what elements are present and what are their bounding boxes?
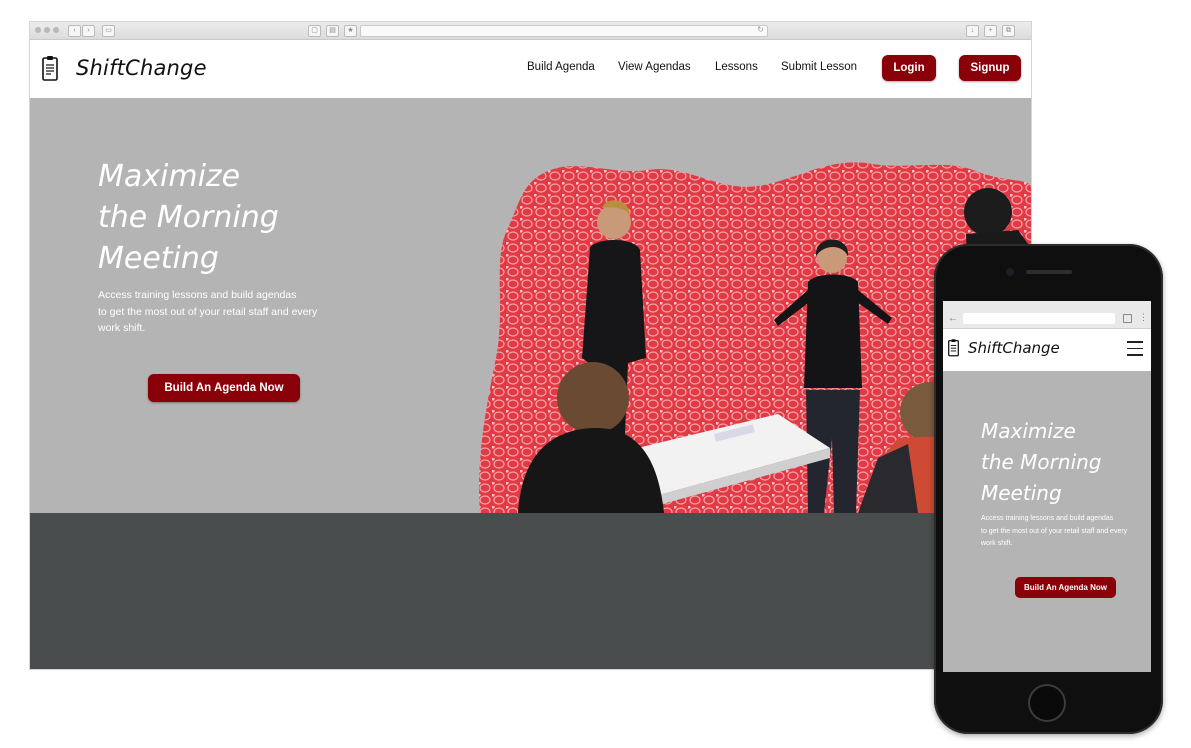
signup-button[interactable]: Signup — [959, 55, 1021, 81]
hero-subtitle-line: Access training lessons and build agenda… — [98, 289, 297, 301]
hero-title-line: the Morning — [98, 200, 279, 235]
share-icon[interactable]: ▢ — [308, 25, 321, 37]
hero-title: Maximize the Morning Meeting — [98, 156, 279, 279]
mobile-browser-bar: ← ⋮ — [943, 310, 1151, 329]
mobile-hero-subtitle: Access training lessons and build agenda… — [981, 513, 1141, 551]
mobile-hero-subtitle-line: Access training lessons and build agenda… — [981, 515, 1114, 522]
hero-section: Maximize the Morning Meeting Access trai… — [30, 98, 1031, 513]
sidebar-toggle-icon[interactable]: ▭ — [102, 25, 115, 37]
home-button[interactable] — [1028, 684, 1066, 722]
mobile-build-agenda-cta-button[interactable]: Build An Agenda Now — [1015, 577, 1116, 598]
window-zoom-control[interactable] — [53, 27, 59, 33]
download-icon[interactable]: ↓ — [966, 25, 979, 37]
tabs-overview-icon[interactable]: ⧉ — [1002, 25, 1015, 37]
mobile-screen: ← ⋮ ShiftChange Maximize the Morning Mee… — [943, 301, 1151, 672]
back-arrow-icon[interactable]: ← — [948, 313, 958, 324]
desktop-browser-mockup: ‹ › ▭ ▢ ▤ ★ ↻ ↓ + ⧉ ShiftChange Build Ag… — [30, 22, 1031, 669]
browser-toolbar: ‹ › ▭ ▢ ▤ ★ ↻ ↓ + ⧉ — [30, 22, 1031, 40]
mobile-hero-subtitle-line: to get the most out of your retail staff… — [981, 527, 1128, 535]
login-button[interactable]: Login — [882, 55, 936, 81]
nav-submit-lesson[interactable]: Submit Lesson — [781, 61, 857, 73]
mobile-site-header: ShiftChange — [943, 329, 1151, 371]
browser-forward-icon[interactable]: › — [82, 25, 95, 37]
address-bar[interactable]: ↻ — [360, 25, 768, 37]
mobile-hero-title-line: Meeting — [981, 481, 1062, 505]
reader-icon[interactable]: ▤ — [326, 25, 339, 37]
hero-title-line: Maximize — [98, 159, 241, 194]
mobile-status-bar — [943, 301, 1151, 310]
hero-subtitle-line: to get the most out of your retail staff… — [98, 305, 318, 318]
mobile-hero-title: Maximize the Morning Meeting — [981, 416, 1102, 509]
clipboard-icon — [42, 56, 58, 81]
hamburger-menu-icon[interactable] — [1127, 341, 1143, 357]
tabs-icon[interactable] — [1123, 314, 1132, 323]
clipboard-icon — [948, 339, 959, 357]
new-tab-icon[interactable]: + — [984, 25, 997, 37]
footer-band — [30, 513, 1031, 669]
mobile-hero-subtitle-line: work shift. — [981, 540, 1013, 547]
nav-lessons[interactable]: Lessons — [715, 61, 758, 73]
more-vert-icon[interactable]: ⋮ — [1139, 312, 1148, 323]
front-camera-icon — [1006, 268, 1014, 276]
window-close-control[interactable] — [35, 27, 41, 33]
earpiece-speaker — [1026, 270, 1072, 274]
browser-back-icon[interactable]: ‹ — [68, 25, 81, 37]
mobile-brand-logo[interactable]: ShiftChange — [968, 339, 1060, 357]
window-minimize-control[interactable] — [44, 27, 50, 33]
mobile-phone-mockup: ← ⋮ ShiftChange Maximize the Morning Mee… — [934, 244, 1163, 734]
mobile-address-bar[interactable] — [963, 313, 1115, 324]
site-header: ShiftChange Build Agenda View Agendas Le… — [30, 40, 1031, 98]
reload-icon[interactable]: ↻ — [757, 25, 764, 34]
build-agenda-cta-button[interactable]: Build An Agenda Now — [148, 374, 300, 402]
nav-view-agendas[interactable]: View Agendas — [618, 61, 691, 73]
mobile-hero-title-line: Maximize — [981, 419, 1076, 443]
brand-logo[interactable]: ShiftChange — [76, 56, 207, 80]
bookmark-icon[interactable]: ★ — [344, 25, 357, 37]
hero-subtitle-line: work shift. — [98, 322, 146, 334]
nav-build-agenda[interactable]: Build Agenda — [527, 61, 595, 73]
mobile-hero-title-line: the Morning — [981, 450, 1102, 474]
hero-subtitle: Access training lessons and build agenda… — [98, 287, 348, 337]
hero-title-line: Meeting — [98, 241, 219, 276]
